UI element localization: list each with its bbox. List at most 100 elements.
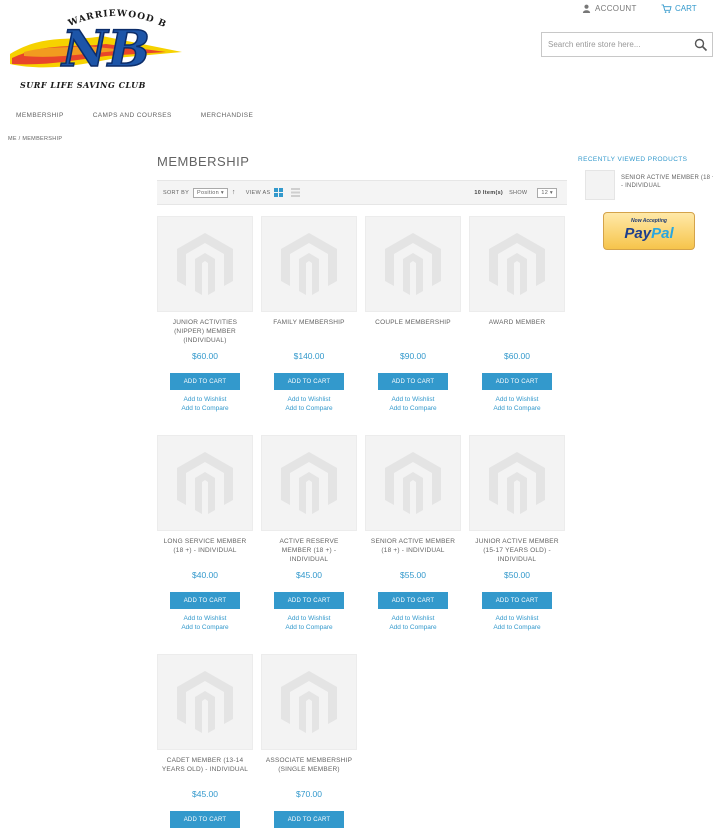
add-to-compare-link[interactable]: Add to Compare bbox=[365, 404, 461, 413]
search-box bbox=[541, 32, 713, 57]
product-item: LONG SERVICE MEMBER (18 +) - INDIVIDUAL … bbox=[157, 435, 253, 632]
placeholder-logo-icon bbox=[385, 233, 441, 295]
club-logo-graphic: NB WARRIEWOOD BEACH SURF LIFE SAVING CLU… bbox=[1, 0, 182, 90]
product-image[interactable] bbox=[157, 435, 253, 531]
add-to-cart-button[interactable]: ADD TO CART bbox=[170, 811, 240, 828]
product-name[interactable]: COUPLE MEMBERSHIP bbox=[365, 318, 461, 348]
add-to-cart-button[interactable]: ADD TO CART bbox=[274, 811, 344, 828]
page-title: MEMBERSHIP bbox=[157, 154, 250, 169]
product-item: COUPLE MEMBERSHIP $90.00 ADD TO CART Add… bbox=[365, 216, 461, 413]
product-price: $45.00 bbox=[296, 570, 322, 580]
product-image[interactable] bbox=[469, 216, 565, 312]
product-item: JUNIOR ACTIVITIES (NIPPER) MEMBER (INDIV… bbox=[157, 216, 253, 413]
add-to-cart-button[interactable]: ADD TO CART bbox=[482, 373, 552, 390]
product-price: $45.00 bbox=[192, 789, 218, 799]
site-logo[interactable]: NB WARRIEWOOD BEACH SURF LIFE SAVING CLU… bbox=[1, 0, 186, 94]
add-to-compare-link[interactable]: Add to Compare bbox=[261, 623, 357, 632]
add-to-cart-button[interactable]: ADD TO CART bbox=[482, 592, 552, 609]
product-item: AWARD MEMBER $60.00 ADD TO CART Add to W… bbox=[469, 216, 565, 413]
add-to-cart-button[interactable]: ADD TO CART bbox=[378, 592, 448, 609]
add-to-cart-button[interactable]: ADD TO CART bbox=[274, 592, 344, 609]
product-image[interactable] bbox=[261, 654, 357, 750]
add-to-cart-button[interactable]: ADD TO CART bbox=[170, 592, 240, 609]
product-item: FAMILY MEMBERSHIP $140.00 ADD TO CART Ad… bbox=[261, 216, 357, 413]
show-select-value: 12 bbox=[541, 190, 549, 196]
sort-select[interactable]: Position ▾ bbox=[193, 187, 228, 198]
add-to-compare-link[interactable]: Add to Compare bbox=[365, 623, 461, 632]
sort-label: SORT BY bbox=[163, 189, 190, 196]
product-price: $140.00 bbox=[293, 351, 325, 361]
product-price: $55.00 bbox=[400, 570, 426, 580]
category-main: MEMBERSHIP SORT BY Position ▾ ↑ VIEW AS … bbox=[157, 152, 567, 205]
cart-link[interactable]: CART bbox=[661, 4, 697, 13]
add-to-cart-button[interactable]: ADD TO CART bbox=[378, 373, 448, 390]
add-to-compare-link[interactable]: Add to Compare bbox=[469, 404, 565, 413]
add-to-compare-link[interactable]: Add to Compare bbox=[157, 404, 253, 413]
cart-label: CART bbox=[675, 4, 697, 13]
product-name[interactable]: LONG SERVICE MEMBER (18 +) - INDIVIDUAL bbox=[157, 537, 253, 567]
breadcrumb[interactable]: ME / MEMBERSHIP bbox=[8, 136, 62, 142]
add-to-wishlist-link[interactable]: Add to Wishlist bbox=[365, 395, 461, 404]
recently-viewed-title: RECENTLY VIEWED PRODUCTS bbox=[578, 156, 688, 163]
nav-item-membership[interactable]: MEMBERSHIP bbox=[0, 108, 78, 123]
product-price: $70.00 bbox=[296, 789, 322, 799]
recent-item-name[interactable]: SENIOR ACTIVE MEMBER (18 +) - INDIVIDUAL bbox=[621, 174, 713, 190]
product-price: $60.00 bbox=[504, 351, 530, 361]
product-price: $90.00 bbox=[400, 351, 426, 361]
add-to-wishlist-link[interactable]: Add to Wishlist bbox=[365, 614, 461, 623]
product-name[interactable]: JUNIOR ACTIVITIES (NIPPER) MEMBER (INDIV… bbox=[157, 318, 253, 348]
paypal-top-text: Now Accepting bbox=[631, 218, 667, 224]
placeholder-logo-icon bbox=[489, 233, 545, 295]
product-name[interactable]: FAMILY MEMBERSHIP bbox=[261, 318, 357, 348]
placeholder-logo-icon bbox=[177, 671, 233, 733]
product-price: $40.00 bbox=[192, 570, 218, 580]
product-name[interactable]: SENIOR ACTIVE MEMBER (18 +) - INDIVIDUAL bbox=[365, 537, 461, 567]
product-image[interactable] bbox=[261, 435, 357, 531]
product-price: $60.00 bbox=[192, 351, 218, 361]
nav-item-camps-and-courses[interactable]: CAMPS AND COURSES bbox=[78, 108, 186, 123]
product-image[interactable] bbox=[157, 654, 253, 750]
add-to-wishlist-link[interactable]: Add to Wishlist bbox=[469, 614, 565, 623]
product-name[interactable]: JUNIOR ACTIVE MEMBER (15-17 YEARS OLD) -… bbox=[469, 537, 565, 567]
recent-item-image[interactable] bbox=[585, 170, 615, 200]
add-to-wishlist-link[interactable]: Add to Wishlist bbox=[261, 614, 357, 623]
main-nav: MEMBERSHIP CAMPS AND COURSES MERCHANDISE bbox=[0, 108, 267, 123]
product-image[interactable] bbox=[261, 216, 357, 312]
product-name[interactable]: ASSOCIATE MEMBERSHIP (SINGLE MEMBER) bbox=[261, 756, 357, 786]
placeholder-logo-icon bbox=[385, 452, 441, 514]
grid-view-icon[interactable] bbox=[274, 188, 284, 197]
add-to-cart-button[interactable]: ADD TO CART bbox=[170, 373, 240, 390]
add-to-compare-link[interactable]: Add to Compare bbox=[469, 623, 565, 632]
add-to-compare-link[interactable]: Add to Compare bbox=[261, 404, 357, 413]
product-image[interactable] bbox=[469, 435, 565, 531]
sort-select-value: Position bbox=[197, 189, 220, 196]
sort-direction-icon[interactable]: ↑ bbox=[232, 189, 236, 196]
add-to-wishlist-link[interactable]: Add to Wishlist bbox=[261, 395, 357, 404]
category-toolbar: SORT BY Position ▾ ↑ VIEW AS 10 Item(s) … bbox=[157, 180, 567, 205]
product-name[interactable]: AWARD MEMBER bbox=[469, 318, 565, 348]
toolbar-right: 10 Item(s) SHOW 12 ▾ bbox=[474, 188, 561, 198]
add-to-wishlist-link[interactable]: Add to Wishlist bbox=[157, 614, 253, 623]
add-to-wishlist-link[interactable]: Add to Wishlist bbox=[469, 395, 565, 404]
account-link[interactable]: ACCOUNT bbox=[582, 4, 637, 13]
list-view-icon[interactable] bbox=[291, 188, 301, 197]
show-select[interactable]: 12 ▾ bbox=[537, 188, 557, 198]
product-image[interactable] bbox=[157, 216, 253, 312]
product-image[interactable] bbox=[365, 435, 461, 531]
product-name[interactable]: ACTIVE RESERVE MEMBER (18 +) - INDIVIDUA… bbox=[261, 537, 357, 567]
placeholder-logo-icon bbox=[177, 452, 233, 514]
logo-bottom-text: SURF LIFE SAVING CLUB bbox=[20, 80, 146, 90]
add-to-cart-button[interactable]: ADD TO CART bbox=[274, 373, 344, 390]
view-label: VIEW AS bbox=[245, 189, 271, 196]
product-name[interactable]: CADET MEMBER (13-14 YEARS OLD) - INDIVID… bbox=[157, 756, 253, 786]
show-label: SHOW bbox=[509, 190, 528, 196]
product-item: ACTIVE RESERVE MEMBER (18 +) - INDIVIDUA… bbox=[261, 435, 357, 632]
paypal-badge[interactable]: Now Accepting PayPal bbox=[603, 212, 695, 250]
paypal-logo-pal: Pal bbox=[651, 225, 674, 242]
add-to-wishlist-link[interactable]: Add to Wishlist bbox=[157, 395, 253, 404]
add-to-compare-link[interactable]: Add to Compare bbox=[157, 623, 253, 632]
nav-item-merchandise[interactable]: MERCHANDISE bbox=[186, 108, 267, 123]
product-image[interactable] bbox=[365, 216, 461, 312]
search-icon[interactable] bbox=[694, 38, 708, 52]
search-input[interactable] bbox=[542, 33, 687, 56]
